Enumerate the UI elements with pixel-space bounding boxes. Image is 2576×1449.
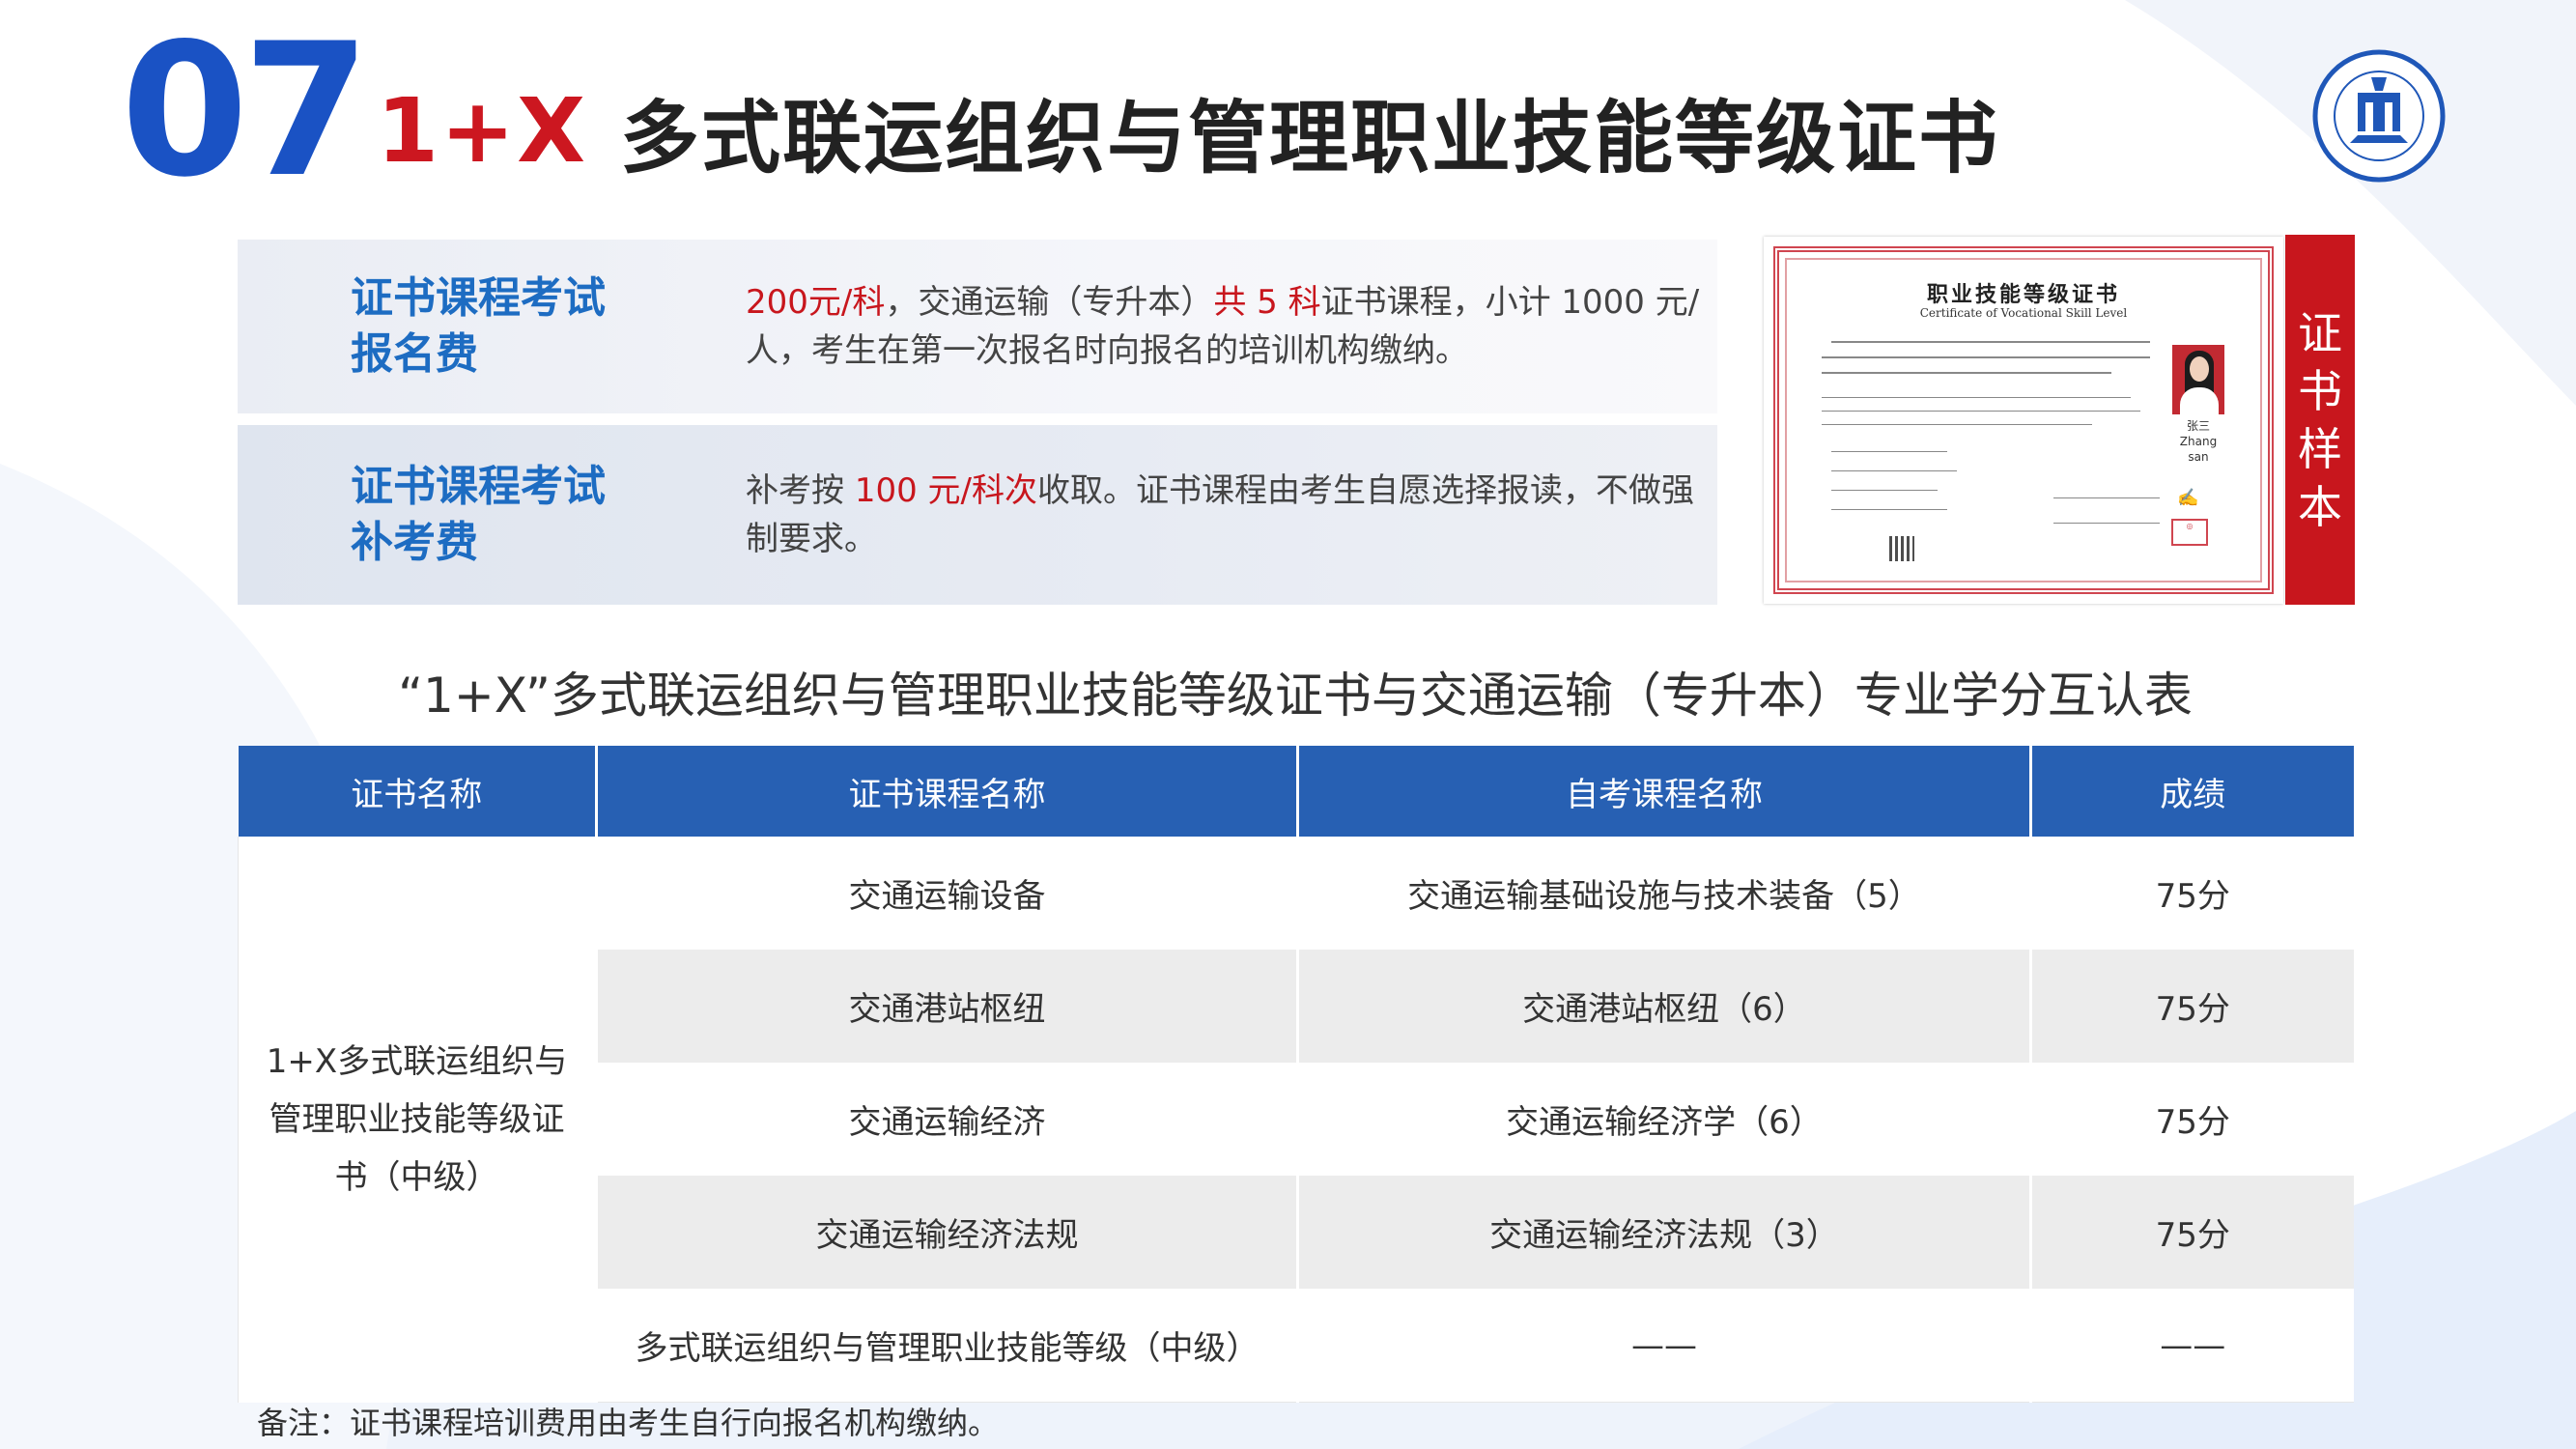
column-header: 成绩 — [2029, 746, 2354, 837]
seal-stamp-icon: ◎ — [2171, 519, 2208, 546]
title-main: 多式联运组织与管理职业技能等级证书 — [620, 92, 2000, 185]
score-cell: 75分 — [2029, 1176, 2354, 1289]
certificate-text-line — [2053, 497, 2160, 498]
certificate-name-line: 1+X多式联运组织与 — [266, 1041, 568, 1081]
certificate-name-line: 书（中级） — [334, 1157, 499, 1197]
certificate-name-line: 管理职业技能等级证 — [269, 1099, 565, 1139]
course-name-cell: 交通运输经济法规 — [595, 1176, 1298, 1289]
certificate-title: 职业技能等级证书 — [1926, 283, 2120, 307]
score-cell: —— — [2029, 1289, 2354, 1403]
course-name-cell: 多式联运组织与管理职业技能等级（中级） — [595, 1289, 1298, 1403]
table-header-row: 证书名称 证书课程名称 自考课程名称 成绩 — [238, 746, 2354, 837]
section-number: 07 — [121, 4, 370, 217]
certificate-text-line — [1831, 451, 1947, 452]
exam-course-cell: 交通运输经济学（6） — [1296, 1063, 2031, 1176]
score-cell: 75分 — [2029, 950, 2354, 1063]
badge-character: 证 — [2298, 306, 2342, 359]
exam-course-cell: 交通港站枢纽（6） — [1296, 950, 2031, 1063]
title-prefix: 1+X — [377, 78, 588, 183]
page-title: 1+X 多式联运组织与管理职业技能等级证书 — [377, 72, 1999, 188]
certificate-text-line — [1831, 490, 1938, 491]
exam-course-cell: 交通运输基础设施与技术装备（5） — [1296, 837, 2031, 950]
certificate-sample-badge: 证书样本 — [2285, 235, 2355, 605]
fee-label-line: 报名费 — [351, 329, 478, 379]
holder-name-en: Zhang san — [2179, 435, 2218, 464]
score-cell: 75分 — [2029, 1063, 2354, 1176]
column-header: 证书课程名称 — [595, 746, 1298, 837]
registration-fee-row: 证书课程考试 报名费 200元/科，交通运输（专升本）共 5 科证书课程，小计 … — [238, 240, 1717, 413]
qr-code-icon — [1889, 536, 1914, 561]
score-cell: 75分 — [2029, 837, 2354, 950]
retake-fee-text: 补考按 100 元/科次收取。证书课程由考生自愿选择报读，不做强制要求。 — [746, 467, 1712, 563]
fee-text-segment: ，交通运输（专升本） — [885, 283, 1214, 322]
certificate-holder-name: 张三 Zhang san — [2169, 418, 2227, 465]
course-name-cell: 交通运输设备 — [595, 837, 1298, 950]
exam-course-cell: 交通运输经济法规（3） — [1296, 1176, 2031, 1289]
retake-fee-label: 证书课程考试 补考费 — [351, 459, 640, 571]
badge-character: 书 — [2298, 364, 2342, 417]
certificate-text-line — [1831, 341, 2150, 343]
footnote: 备注：证书课程培训费用由考生自行向报名机构缴纳。 — [257, 1405, 1000, 1441]
certificate-text-line — [1831, 470, 1957, 471]
badge-character: 本 — [2298, 480, 2342, 533]
registration-fee-text: 200元/科，交通运输（专升本）共 5 科证书课程，小计 1000 元/人，考生… — [746, 278, 1712, 375]
certificate-sample-image: 职业技能等级证书 Certificate of Vocational Skill… — [1764, 237, 2283, 604]
certificate-text-line — [1822, 356, 2150, 358]
badge-character: 样 — [2298, 422, 2342, 475]
certificate-subtitle: Certificate of Vocational Skill Level — [1919, 306, 2128, 320]
credit-recognition-table: 证书名称 证书课程名称 自考课程名称 成绩 1+X多式联运组织与 管理职业技能等… — [238, 746, 2354, 1403]
fee-label-line: 证书课程考试 — [351, 462, 606, 511]
certificate-text-line — [1822, 411, 2140, 412]
table-row: 1+X多式联运组织与 管理职业技能等级证 书（中级） 交通运输设备 交通运输基础… — [238, 837, 2354, 1403]
fee-label-line: 补考费 — [351, 518, 478, 567]
fee-text-segment: 补考按 — [746, 471, 855, 510]
course-name-cell: 交通港站枢纽 — [595, 950, 1298, 1063]
certificate-name-cell: 1+X多式联运组织与 管理职业技能等级证 书（中级） — [238, 837, 597, 1403]
certificate-text-line — [1822, 372, 2111, 374]
course-name-cell: 交通运输经济 — [595, 1063, 1298, 1176]
certificate-text-line — [1831, 509, 1947, 510]
certificate-text-line — [1822, 424, 2092, 425]
table-caption: “1+X”多式联运组织与管理职业技能等级证书与交通运输（专升本）专业学分互认表 — [398, 668, 2193, 724]
registration-fee-label: 证书课程考试 报名费 — [351, 270, 640, 383]
fee-price: 200元/科 — [746, 283, 886, 322]
holder-photo — [2172, 345, 2224, 414]
fee-course-count: 共 5 科 — [1213, 283, 1321, 322]
fee-label-line: 证书课程考试 — [351, 273, 606, 323]
column-header: 自考课程名称 — [1296, 746, 2031, 837]
holder-name-cn: 张三 — [2186, 419, 2210, 433]
university-seal-icon — [2312, 49, 2446, 183]
exam-course-cell: —— — [1296, 1289, 2031, 1403]
retake-fee-row: 证书课程考试 补考费 补考按 100 元/科次收取。证书课程由考生自愿选择报读，… — [238, 425, 1717, 605]
retake-price: 100 元/科次 — [854, 471, 1037, 510]
certificate-text-line — [2053, 523, 2160, 524]
signature-icon: ✍ — [2177, 488, 2199, 508]
column-header: 证书名称 — [238, 746, 597, 837]
certificate-text-line — [1822, 397, 2131, 398]
